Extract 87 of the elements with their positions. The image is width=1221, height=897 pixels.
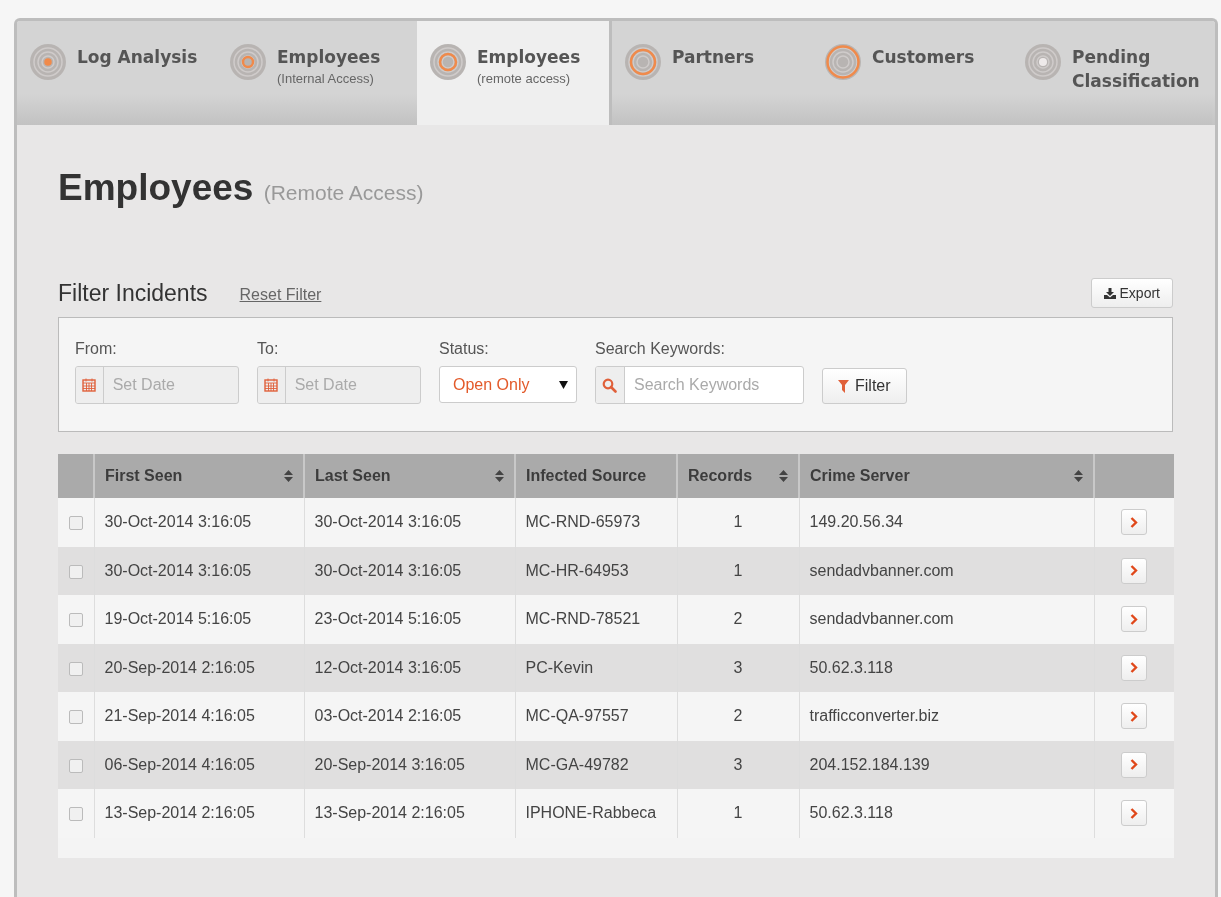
table-cell: 204.152.184.139 — [799, 740, 1094, 789]
page-subtitle: (Remote Access) — [263, 181, 424, 204]
table-cell: 19-Oct-2014 5:16:05 — [94, 595, 304, 644]
field-label: Status: — [439, 340, 490, 358]
column-header[interactable]: Crime Server — [799, 454, 1094, 498]
table-cell: IPHONE-Rabbeca — [515, 789, 677, 838]
calendar-icon — [82, 378, 97, 392]
table-cell: MC-RND-65973 — [515, 498, 677, 547]
table-cell: 30-Oct-2014 3:16:05 — [304, 498, 515, 547]
table-cell: 13-Sep-2014 2:16:05 — [94, 789, 304, 838]
table-cell: 3 — [677, 740, 799, 789]
search-field[interactable]: Search Keywords — [595, 366, 804, 404]
tab[interactable]: Employees (remote access) — [417, 21, 612, 125]
search-icon — [602, 377, 618, 393]
chevron-right-icon — [1130, 516, 1139, 528]
row-checkbox[interactable] — [68, 564, 83, 579]
sort-icon — [284, 469, 293, 483]
table-cell: 2 — [677, 692, 799, 741]
table-cell: 21-Sep-2014 4:16:05 — [94, 692, 304, 741]
field-label: To: — [257, 340, 280, 358]
table-cell: 50.62.3.118 — [799, 643, 1094, 692]
chevron-right-icon — [1130, 613, 1139, 625]
table-cell: 2 — [677, 595, 799, 644]
search-input[interactable]: Search Keywords — [624, 367, 803, 403]
table-cell: 13-Sep-2014 2:16:05 — [304, 789, 515, 838]
table-cell: sendadvbanner.com — [799, 546, 1094, 595]
table-cell: 1 — [677, 546, 799, 595]
date-field[interactable]: Set Date — [257, 366, 421, 404]
page-title: Employees — [58, 167, 254, 208]
field-label: Search Keywords: — [595, 340, 726, 358]
column-header[interactable]: Records — [677, 454, 799, 498]
table-cell: 50.62.3.118 — [799, 789, 1094, 838]
download-icon — [1103, 287, 1116, 299]
row-checkbox[interactable] — [68, 758, 83, 773]
section-title: Filter Incidents — [58, 279, 208, 307]
date-field[interactable]: Set Date — [75, 366, 239, 404]
open-row-button[interactable] — [1121, 703, 1148, 730]
row-checkbox[interactable] — [68, 807, 83, 821]
open-row-button[interactable] — [1121, 800, 1148, 827]
chevron-right-icon — [1130, 710, 1139, 722]
funnel-icon — [838, 379, 849, 393]
chevron-right-icon — [1130, 807, 1139, 819]
open-row-button[interactable] — [1121, 654, 1148, 681]
table-cell: 1 — [677, 789, 799, 838]
row-checkbox[interactable] — [68, 710, 83, 724]
column-header[interactable]: First Seen — [94, 454, 304, 498]
sort-icon — [495, 469, 504, 483]
table-cell: 30-Oct-2014 3:16:05 — [304, 546, 515, 595]
table-cell: PC-Kevin — [515, 643, 677, 692]
status-dropdown[interactable]: Open Only — [439, 366, 577, 403]
table-cell: MC-RND-78521 — [515, 595, 677, 644]
calendar-icon — [264, 378, 279, 392]
open-row-button[interactable] — [1121, 751, 1148, 778]
sort-icon — [1074, 469, 1083, 483]
table-cell: trafficconverter.biz — [799, 692, 1094, 741]
filter-button[interactable]: Filter — [822, 368, 907, 404]
table-cell: 23-Oct-2014 5:16:05 — [304, 595, 515, 644]
reset-filter-link[interactable]: Reset Filter — [239, 286, 322, 304]
column-header[interactable]: Last Seen — [304, 454, 515, 498]
open-row-button[interactable] — [1121, 606, 1148, 633]
table-cell: 12-Oct-2014 3:16:05 — [304, 643, 515, 692]
column-header[interactable]: Infected Source — [515, 454, 677, 498]
table-cell: 06-Sep-2014 4:16:05 — [94, 740, 304, 789]
table-cell: MC-GA-49782 — [515, 740, 677, 789]
open-row-button[interactable] — [1121, 557, 1148, 584]
table-cell: sendadvbanner.com — [799, 595, 1094, 644]
row-checkbox[interactable] — [68, 661, 83, 676]
sort-icon — [779, 469, 788, 483]
chevron-right-icon — [1130, 662, 1139, 674]
row-checkbox[interactable] — [68, 613, 83, 627]
table-cell: MC-QA-97557 — [515, 692, 677, 741]
table-cell: 20-Sep-2014 3:16:05 — [304, 740, 515, 789]
chevron-right-icon — [1130, 759, 1139, 771]
export-button[interactable]: Export — [1090, 278, 1173, 308]
chevron-right-icon — [1130, 565, 1139, 577]
table-cell: 3 — [677, 643, 799, 692]
table-cell: 1 — [677, 498, 799, 547]
table-cell: 20-Sep-2014 2:16:05 — [94, 643, 304, 692]
row-checkbox[interactable] — [68, 516, 83, 530]
dropdown-arrow-icon — [559, 380, 568, 389]
field-label: From: — [75, 340, 118, 358]
open-row-button[interactable] — [1121, 509, 1148, 536]
table-cell: 30-Oct-2014 3:16:05 — [94, 498, 304, 547]
table-cell: 149.20.56.34 — [799, 498, 1094, 547]
table-cell: 03-Oct-2014 2:16:05 — [304, 692, 515, 741]
table-cell: 30-Oct-2014 3:16:05 — [94, 546, 304, 595]
table-cell: MC-HR-64953 — [515, 546, 677, 595]
